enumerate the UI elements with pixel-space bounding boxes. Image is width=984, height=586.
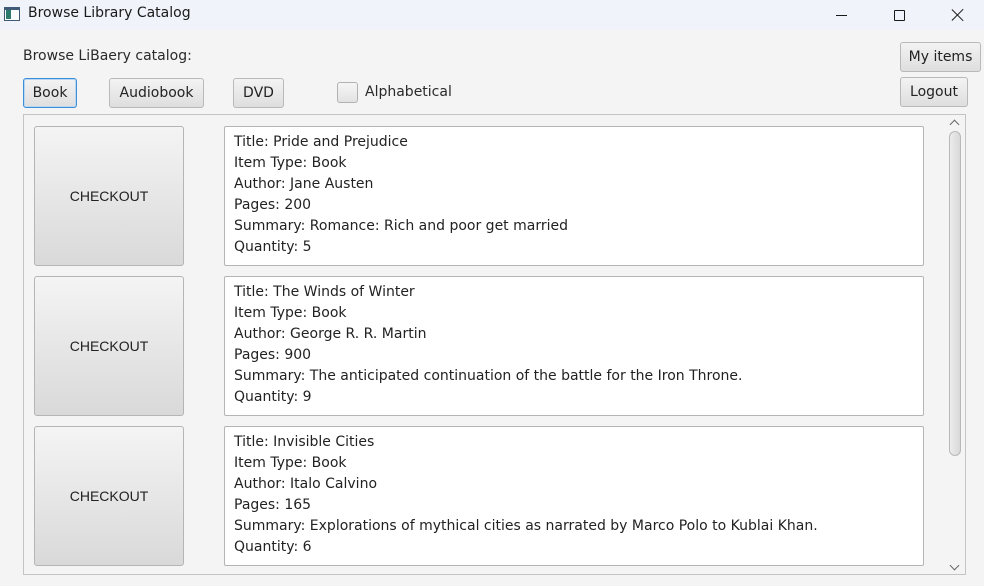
maximize-icon — [893, 9, 905, 21]
catalog-item: CHECKOUT Title: Pride and Prejudice Item… — [24, 126, 944, 266]
close-button[interactable] — [935, 0, 981, 30]
checkout-button[interactable]: CHECKOUT — [34, 276, 184, 416]
alphabetical-checkbox[interactable] — [337, 82, 358, 103]
item-pages: Pages: 165 — [234, 497, 312, 513]
item-quantity: Quantity: 9 — [234, 389, 312, 405]
maximize-button[interactable] — [876, 0, 922, 30]
item-type: Item Type: Book — [234, 455, 347, 471]
catalog-label: Browse LiBaery catalog: — [23, 48, 192, 64]
vertical-scrollbar[interactable] — [944, 115, 965, 574]
item-details: Title: The Winds of Winter Item Type: Bo… — [224, 276, 924, 416]
my-items-button[interactable]: My items — [900, 42, 981, 72]
logout-button[interactable]: Logout — [900, 77, 968, 107]
checkout-button[interactable]: CHECKOUT — [34, 126, 184, 266]
item-summary: Summary: Romance: Rich and poor get marr… — [234, 218, 568, 234]
item-quantity: Quantity: 6 — [234, 539, 312, 555]
scroll-down-button[interactable] — [944, 560, 965, 574]
item-type: Item Type: Book — [234, 155, 347, 171]
item-author: Author: George R. R. Martin — [234, 326, 427, 342]
chevron-down-icon — [949, 560, 960, 570]
item-pages: Pages: 900 — [234, 347, 312, 363]
item-details: Title: Pride and Prejudice Item Type: Bo… — [224, 126, 924, 266]
item-title: Title: The Winds of Winter — [234, 284, 415, 300]
item-summary: Summary: The anticipated continuation of… — [234, 368, 743, 384]
item-type: Item Type: Book — [234, 305, 347, 321]
item-pages: Pages: 200 — [234, 197, 312, 213]
catalog-item: CHECKOUT Title: The Winds of Winter Item… — [24, 276, 944, 416]
scroll-up-button[interactable] — [944, 115, 965, 129]
catalog-item: CHECKOUT Title: Invisible Cities Item Ty… — [24, 426, 944, 566]
alphabetical-label[interactable]: Alphabetical — [365, 84, 452, 100]
item-quantity: Quantity: 5 — [234, 239, 312, 255]
item-author: Author: Italo Calvino — [234, 476, 378, 492]
minimize-icon — [835, 14, 847, 16]
scrollbar-thumb[interactable] — [949, 131, 961, 456]
filter-book-button[interactable]: Book — [23, 78, 77, 108]
catalog-list[interactable]: CHECKOUT Title: Pride and Prejudice Item… — [23, 114, 966, 575]
minimize-button[interactable] — [818, 0, 864, 30]
checkout-button[interactable]: CHECKOUT — [34, 426, 184, 566]
item-author: Author: Jane Austen — [234, 176, 374, 192]
item-title: Title: Pride and Prejudice — [234, 134, 408, 150]
filter-audiobook-button[interactable]: Audiobook — [109, 78, 204, 108]
item-details: Title: Invisible Cities Item Type: Book … — [224, 426, 924, 566]
close-icon — [951, 8, 965, 22]
item-title: Title: Invisible Cities — [234, 434, 375, 450]
item-summary: Summary: Explorations of mythical cities… — [234, 518, 818, 534]
app-icon — [4, 7, 20, 21]
filter-dvd-button[interactable]: DVD — [233, 78, 284, 108]
title-bar: Browse Library Catalog — [0, 0, 984, 30]
window-title: Browse Library Catalog — [28, 5, 191, 21]
chevron-up-icon — [949, 119, 960, 129]
